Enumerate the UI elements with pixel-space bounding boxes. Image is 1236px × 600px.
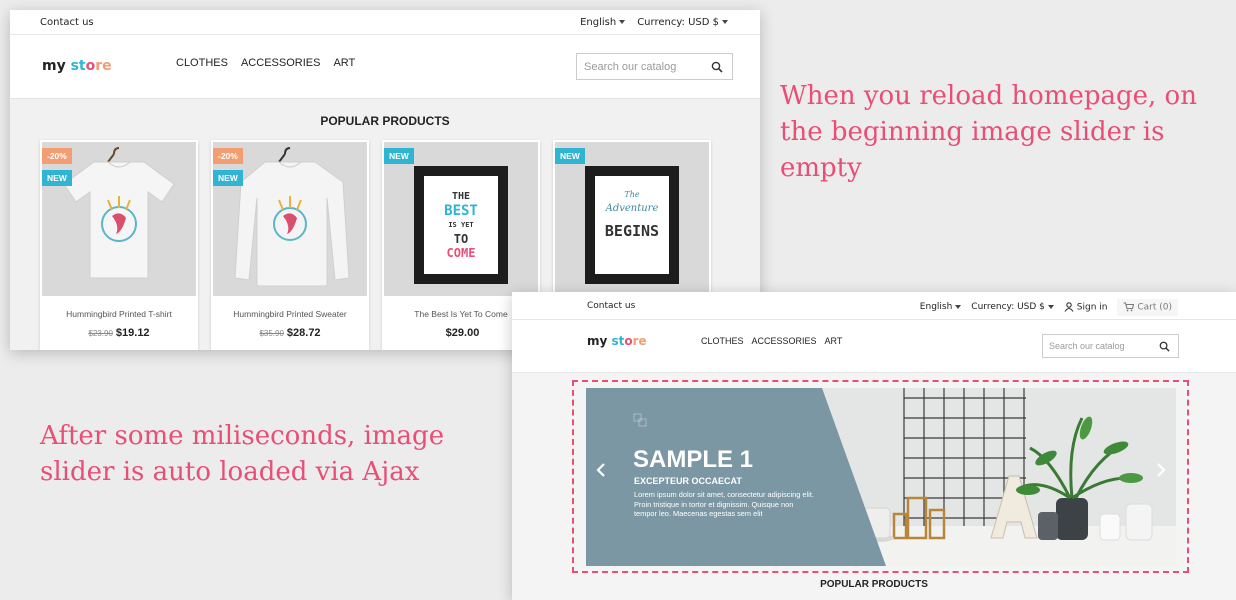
chevron-right-icon bbox=[1157, 463, 1166, 477]
nav-item-art[interactable]: ART bbox=[825, 336, 843, 346]
logo-part: re bbox=[632, 334, 647, 348]
sign-in-link[interactable]: Sign in bbox=[1064, 302, 1108, 313]
logo-part: st bbox=[607, 334, 625, 348]
new-badge: NEW bbox=[555, 148, 585, 164]
product-image[interactable] bbox=[42, 142, 196, 296]
language-label: English bbox=[580, 17, 617, 28]
product-name[interactable]: Hummingbird Printed T-shirt bbox=[40, 309, 198, 319]
slider-prev-button[interactable] bbox=[596, 462, 606, 483]
search-input[interactable]: Search our catalog bbox=[1042, 334, 1179, 358]
contact-us-link[interactable]: Contact us bbox=[40, 17, 94, 28]
poster-text: Adventure bbox=[605, 203, 659, 214]
logo-part: st bbox=[65, 58, 86, 74]
currency-selector[interactable]: Currency: USD $ bbox=[637, 17, 728, 28]
main-nav: CLOTHES ACCESSORIES ART bbox=[176, 57, 355, 69]
chevron-down-icon bbox=[722, 20, 728, 24]
logo-part: o bbox=[624, 334, 633, 348]
product-image[interactable]: THE BEST IS YET TO COME bbox=[384, 142, 538, 296]
product-card[interactable]: -20% NEW Hummingbird Printed T-shirt $23… bbox=[40, 140, 198, 350]
product-price: $35.90 $28.72 bbox=[211, 323, 369, 341]
nav-item-art[interactable]: ART bbox=[333, 57, 355, 69]
poster-text: COME bbox=[446, 246, 476, 260]
poster-text: THE bbox=[451, 191, 471, 202]
search-icon[interactable] bbox=[1159, 341, 1170, 352]
search-icon[interactable] bbox=[711, 61, 723, 73]
chevron-down-icon bbox=[619, 20, 626, 24]
old-price: $23.90 bbox=[88, 329, 113, 338]
poster-text: IS YET bbox=[448, 221, 474, 229]
image-slider[interactable]: SAMPLE 1 EXCEPTEUR OCCAECAT Lorem ipsum … bbox=[586, 388, 1176, 566]
product-card[interactable]: -20% NEW Hummingbird Printed Sweater $35… bbox=[211, 140, 369, 350]
annotation-before: When you reload homepage, on the beginni… bbox=[780, 81, 1197, 183]
poster-text: The bbox=[624, 190, 640, 199]
slide-body: Lorem ipsum dolor sit amet, consectetur … bbox=[634, 490, 814, 518]
slider-next-button[interactable] bbox=[1156, 462, 1166, 483]
poster-frame: The Adventure BEGINS bbox=[585, 166, 679, 284]
old-price: $35.90 bbox=[259, 329, 284, 338]
current-price: $19.12 bbox=[115, 327, 150, 339]
current-price: $28.72 bbox=[286, 327, 321, 339]
nav-item-accessories[interactable]: ACCESSORIES bbox=[752, 336, 817, 346]
product-price: $23.90 $19.12 bbox=[40, 323, 198, 341]
chevron-down-icon bbox=[955, 304, 962, 309]
header-topbar: Contact us English Currency: USD $ Sign … bbox=[512, 292, 1236, 320]
sign-in-label: Sign in bbox=[1076, 302, 1108, 313]
main-nav: CLOTHES ACCESSORIES ART bbox=[701, 336, 842, 346]
store-logo[interactable]: my store bbox=[42, 58, 112, 74]
poster-text: BEST bbox=[444, 203, 478, 219]
currency-label: Currency: USD $ bbox=[637, 17, 719, 28]
search-placeholder: Search our catalog bbox=[584, 61, 677, 73]
new-badge: NEW bbox=[213, 170, 243, 186]
language-label: English bbox=[919, 302, 953, 313]
product-image[interactable] bbox=[213, 142, 367, 296]
header-topbar: Contact us English Currency: USD $ bbox=[10, 10, 760, 35]
language-selector[interactable]: English bbox=[580, 17, 626, 28]
currency-selector[interactable]: Currency: USD $ bbox=[971, 302, 1054, 312]
search-placeholder: Search our catalog bbox=[1049, 341, 1125, 351]
poster-text: TO bbox=[453, 232, 469, 246]
nav-item-accessories[interactable]: ACCESSORIES bbox=[241, 57, 320, 69]
section-title: POPULAR PRODUCTS bbox=[820, 579, 928, 590]
logo-part: re bbox=[95, 58, 112, 74]
language-selector[interactable]: English bbox=[920, 302, 962, 312]
annotation-after: After some miliseconds, image slider is … bbox=[40, 421, 445, 487]
new-badge: NEW bbox=[42, 170, 72, 186]
discount-badge: -20% bbox=[213, 148, 243, 164]
section-title: POPULAR PRODUCTS bbox=[320, 114, 450, 128]
store-screenshot-after: Contact us English Currency: USD $ Sign … bbox=[512, 292, 1236, 600]
nav-item-clothes[interactable]: CLOTHES bbox=[701, 336, 744, 346]
poster-frame: THE BEST IS YET TO COME bbox=[414, 166, 508, 284]
product-image[interactable]: The Adventure BEGINS bbox=[555, 142, 709, 296]
poster-text: BEGINS bbox=[604, 222, 660, 240]
logo-part: my bbox=[42, 58, 66, 74]
currency-label: Currency: USD $ bbox=[971, 302, 1045, 313]
new-badge: NEW bbox=[384, 148, 414, 164]
cart-button[interactable]: Cart (0) bbox=[1117, 299, 1178, 316]
cart-label: Cart (0) bbox=[1137, 302, 1172, 313]
nav-item-clothes[interactable]: CLOTHES bbox=[176, 57, 228, 69]
cart-icon bbox=[1123, 302, 1135, 312]
logo-part: o bbox=[85, 58, 96, 74]
user-icon bbox=[1064, 302, 1074, 312]
product-name[interactable]: Hummingbird Printed Sweater bbox=[211, 309, 369, 319]
contact-us-link[interactable]: Contact us bbox=[587, 301, 635, 311]
tshirt-image bbox=[63, 147, 175, 279]
chevron-down-icon bbox=[1047, 304, 1054, 309]
discount-badge: -20% bbox=[42, 148, 72, 164]
slide-title: SAMPLE 1 bbox=[633, 446, 754, 473]
search-input[interactable]: Search our catalog bbox=[576, 53, 733, 80]
logo-part: my bbox=[587, 334, 608, 348]
store-logo[interactable]: my store bbox=[587, 334, 647, 348]
chevron-left-icon bbox=[596, 463, 605, 477]
current-price: $29.00 bbox=[445, 327, 480, 339]
slide-subtitle: EXCEPTEUR OCCAECAT bbox=[634, 476, 742, 486]
sweater-image bbox=[234, 147, 350, 287]
